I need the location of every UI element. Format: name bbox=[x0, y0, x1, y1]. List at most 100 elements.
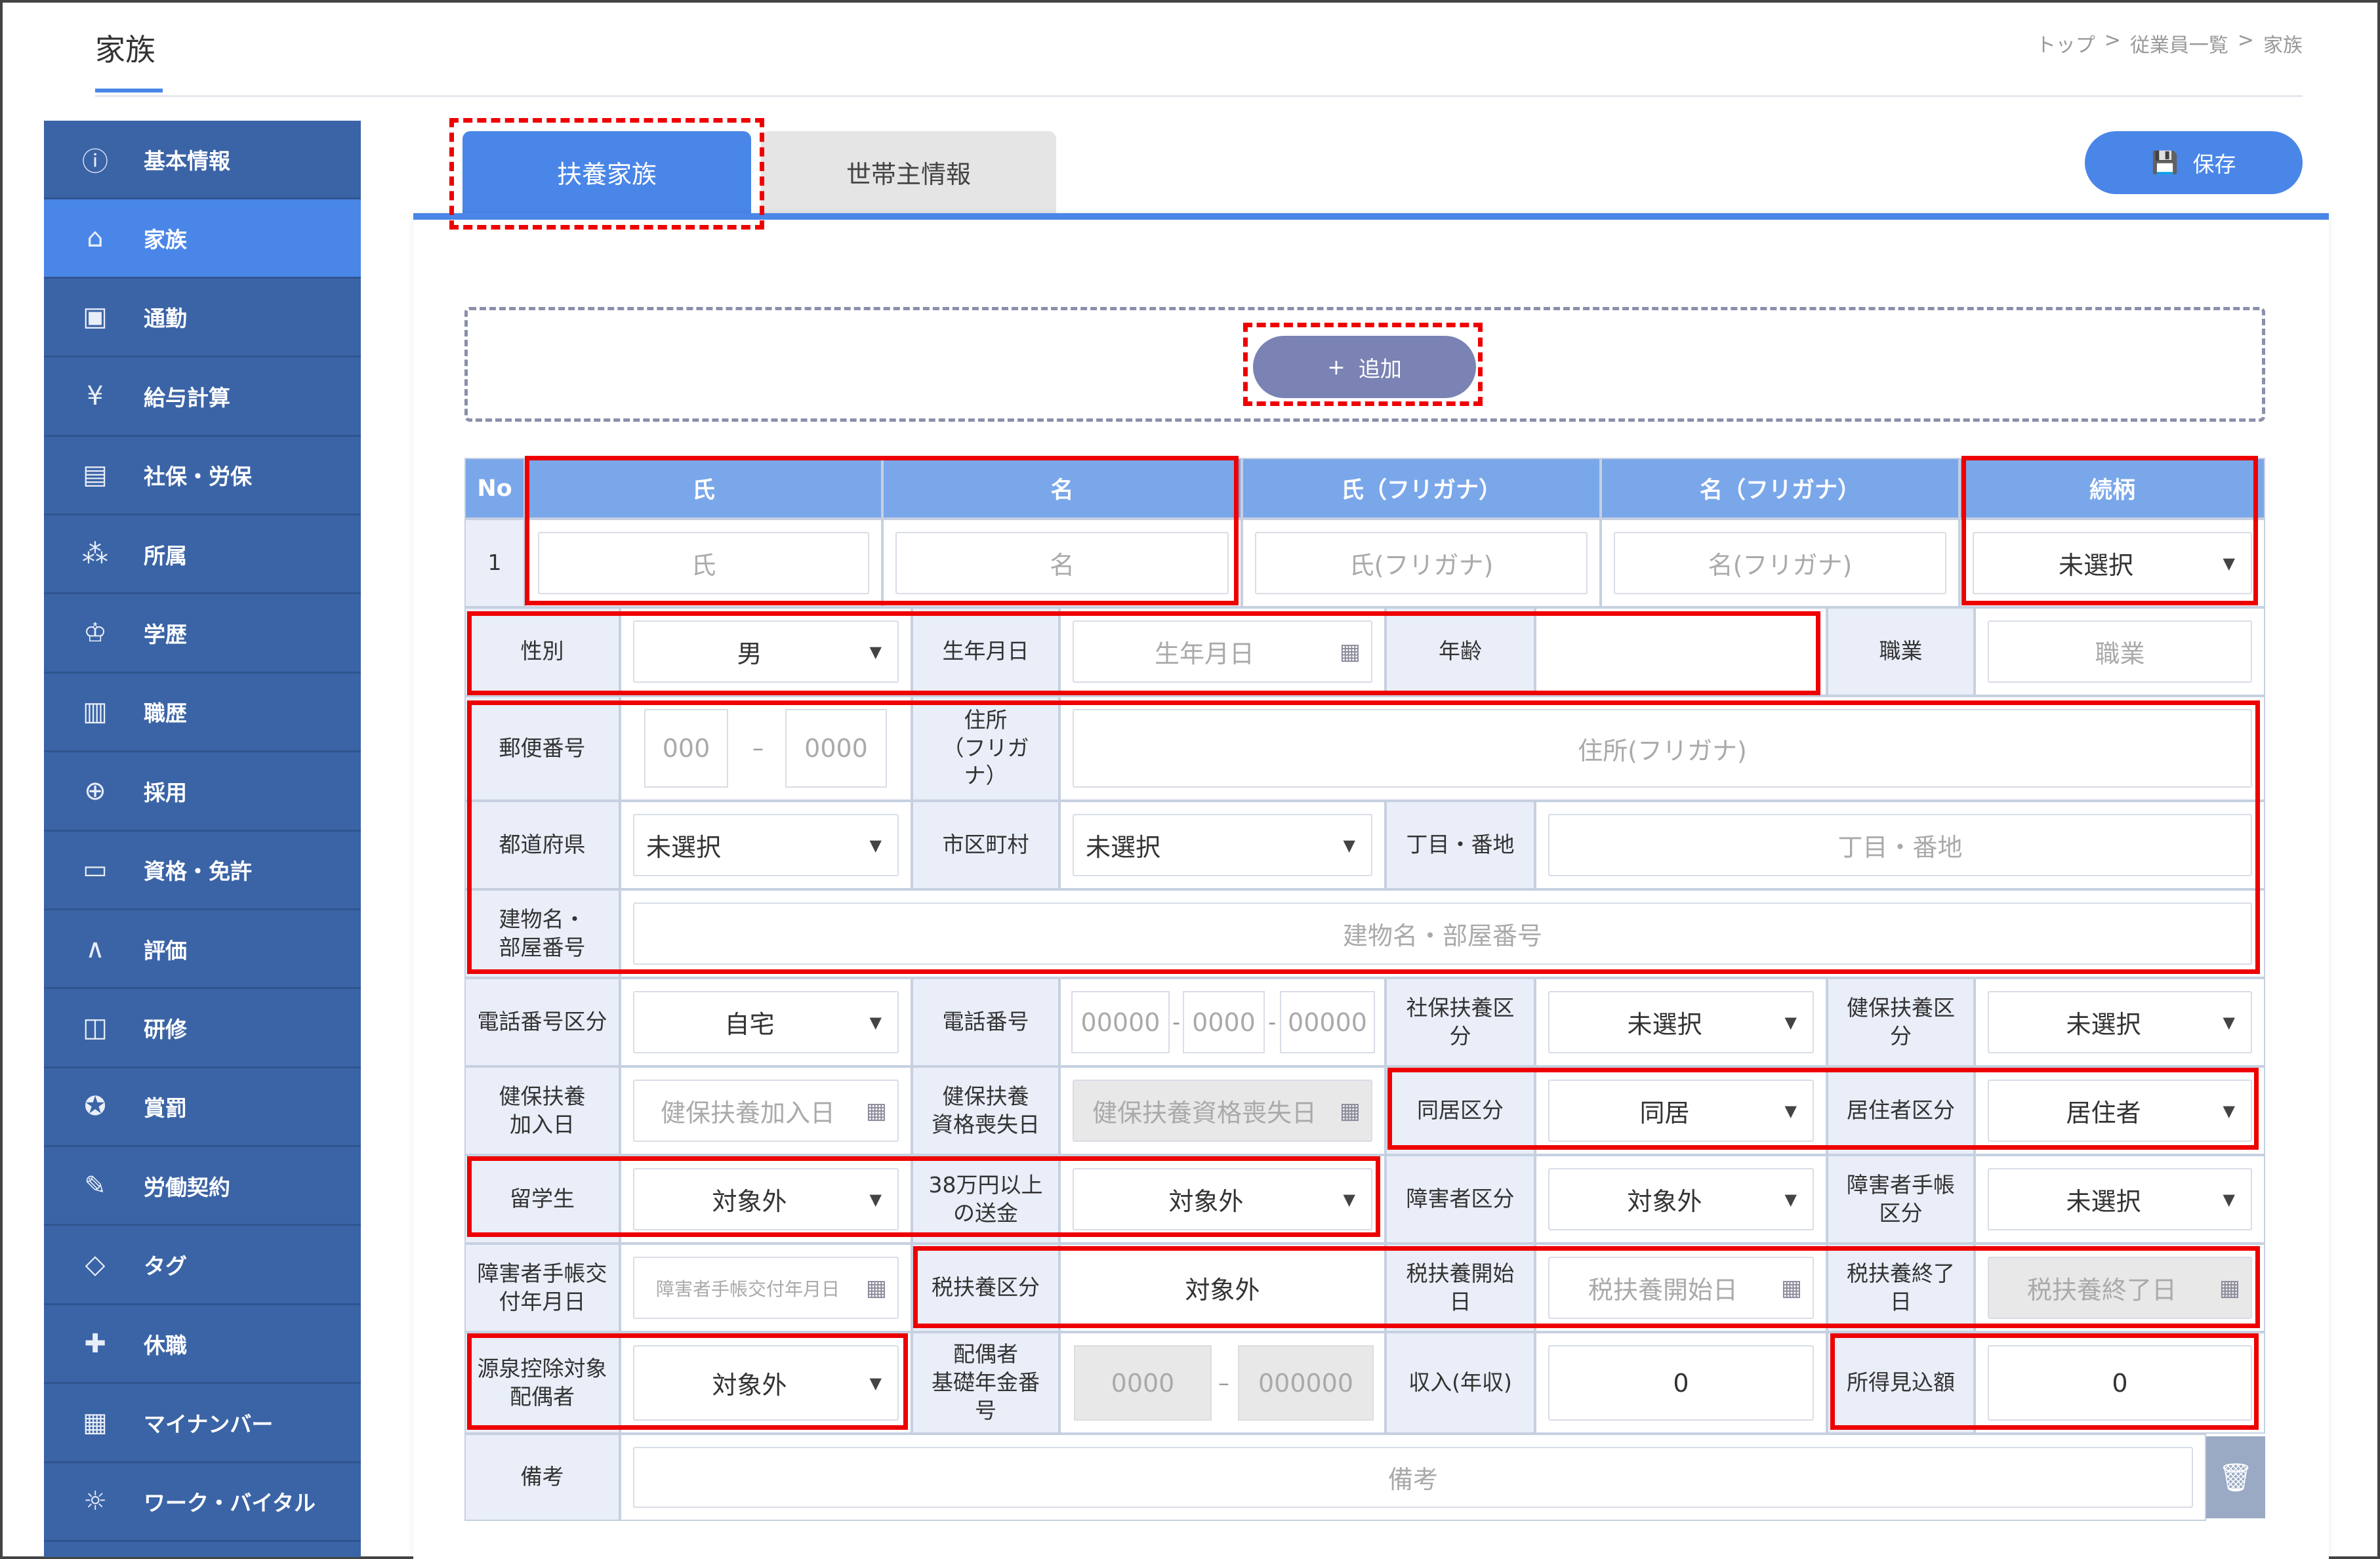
sidebar-item-license[interactable]: ▭ 資格・免許 bbox=[44, 832, 361, 910]
tab-householder[interactable]: 世帯主情報 bbox=[761, 131, 1056, 213]
sidebar-item-contract[interactable]: ✎ 労働契約 bbox=[44, 1147, 361, 1226]
phone-cell: 00000 - 0000 - 00000 bbox=[1059, 978, 1385, 1066]
kenpo-join-label: 健保扶養 加入日 bbox=[464, 1066, 620, 1155]
disability-select[interactable]: 対象外 bbox=[1548, 1168, 1814, 1230]
col-header-no: No bbox=[464, 458, 525, 519]
org-icon: ⁂ bbox=[82, 538, 108, 569]
sidebar-item-label: マイナンバー bbox=[144, 1411, 274, 1437]
disability-cell: 対象外 bbox=[1535, 1155, 1827, 1244]
training-icon: ◫ bbox=[83, 1012, 108, 1043]
sidebar-item-label: 家族 bbox=[144, 227, 187, 253]
sidebar-item-label: 賞罰 bbox=[144, 1095, 187, 1122]
title-underline bbox=[95, 89, 163, 92]
job-cell: 職業 bbox=[1975, 607, 2265, 696]
highlight-income-est bbox=[1830, 1333, 2259, 1430]
contract-icon: ✎ bbox=[84, 1170, 106, 1201]
phone-dash: - bbox=[1172, 1009, 1181, 1036]
sidebar-item-label: ワーク・バイタル bbox=[144, 1490, 316, 1516]
phone-type-cell: 自宅 bbox=[620, 978, 912, 1066]
sidebar-item-label: 採用 bbox=[144, 779, 187, 805]
phone-first-input[interactable]: 00000 bbox=[1071, 991, 1170, 1053]
shaho-select[interactable]: 未選択 bbox=[1548, 991, 1814, 1053]
pension-dash: – bbox=[1218, 1369, 1229, 1396]
kenpo-join-cell: 健保扶養加入日 ▦ bbox=[620, 1066, 912, 1155]
sidebar-item-payroll[interactable]: ¥ 給与計算 bbox=[44, 357, 361, 437]
phone-type-label: 電話番号区分 bbox=[464, 978, 620, 1066]
sidebar-item-label: タグ bbox=[144, 1253, 187, 1280]
sidebar-item-label: 職歴 bbox=[144, 700, 187, 727]
recruit-icon: ⊕ bbox=[84, 775, 106, 806]
phone-type-select[interactable]: 自宅 bbox=[633, 991, 899, 1053]
note-label: 備考 bbox=[464, 1434, 620, 1521]
kenpo-loss-cell: 健保扶養資格喪失日 ▦ bbox=[1059, 1066, 1385, 1155]
sei-kana-input[interactable]: 氏(フリガナ) bbox=[1255, 532, 1588, 594]
sidebar-item-commute[interactable]: ▣ 通勤 bbox=[44, 279, 361, 358]
disability-date-input[interactable]: 障害者手帳交付年月日 ▦ bbox=[633, 1257, 899, 1319]
yen-icon: ¥ bbox=[87, 380, 104, 411]
breadcrumb-employees[interactable]: 従業員一覧 bbox=[2130, 29, 2228, 58]
sidebar-item-tag[interactable]: ◇ タグ bbox=[44, 1226, 361, 1305]
calendar-icon: ▦ bbox=[1339, 1097, 1361, 1124]
tag-icon: ◇ bbox=[85, 1249, 106, 1280]
row-number: 1 bbox=[464, 519, 525, 607]
breadcrumb-top[interactable]: トップ bbox=[2036, 29, 2095, 58]
sidebar-item-evaluation[interactable]: ∧ 評価 bbox=[44, 910, 361, 990]
phone-third-input[interactable]: 00000 bbox=[1280, 991, 1375, 1053]
sidebar-item-label: 基本情報 bbox=[144, 148, 230, 174]
info-icon: ⓘ bbox=[82, 146, 108, 177]
phone-second-input[interactable]: 0000 bbox=[1183, 991, 1265, 1053]
highlight-cohabit-resident bbox=[1387, 1068, 2259, 1150]
sidebar-item-recruit[interactable]: ⊕ 採用 bbox=[44, 752, 361, 832]
graduation-icon: ♔ bbox=[83, 618, 107, 649]
sidebar-item-vital[interactable]: ☼ ワーク・バイタル bbox=[44, 1463, 361, 1543]
shaho-label: 社保扶養区 分 bbox=[1385, 978, 1535, 1066]
sidebar-item-department[interactable]: ⁂ 所属 bbox=[44, 516, 361, 595]
note-input[interactable]: 備考 bbox=[633, 1447, 2193, 1508]
sidebar-item-label: 休職 bbox=[144, 1332, 187, 1358]
kenpo-join-input[interactable]: 健保扶養加入日 ▦ bbox=[633, 1080, 899, 1142]
pension-label: 配偶者 基礎年金番 号 bbox=[912, 1332, 1059, 1434]
income-input[interactable]: 0 bbox=[1548, 1345, 1814, 1421]
job-input[interactable]: 職業 bbox=[1988, 620, 2252, 683]
mei-kana-input[interactable]: 名(フリガナ) bbox=[1614, 532, 1946, 594]
col-header-mei-kana: 名（フリガナ） bbox=[1601, 458, 1959, 519]
highlight-student-remit bbox=[467, 1156, 1380, 1237]
breadcrumb-sep: > bbox=[2104, 29, 2121, 52]
kenpo-loss-placeholder: 健保扶養資格喪失日 bbox=[1092, 1099, 1317, 1127]
calendar-icon: ▦ bbox=[865, 1097, 887, 1124]
kenpo-loss-input: 健保扶養資格喪失日 ▦ bbox=[1073, 1080, 1372, 1142]
sidebar-item-label: 労働契約 bbox=[144, 1174, 230, 1200]
sidebar-item-basic[interactable]: ⓘ 基本情報 bbox=[44, 121, 361, 200]
phone-dash: - bbox=[1268, 1009, 1277, 1036]
sidebar-item-label: 所属 bbox=[144, 542, 187, 569]
sidebar-item-training[interactable]: ◫ 研修 bbox=[44, 989, 361, 1068]
delete-button[interactable]: 🗑 bbox=[2206, 1436, 2265, 1518]
pension-cell: 0000 – 000000 bbox=[1059, 1332, 1385, 1434]
col-header-sei-kana: 氏（フリガナ） bbox=[1242, 458, 1601, 519]
highlight-tab bbox=[449, 118, 764, 230]
shaho-cell: 未選択 bbox=[1535, 978, 1827, 1066]
sidebar-item-career[interactable]: ▥ 職歴 bbox=[44, 674, 361, 753]
income-cell: 0 bbox=[1535, 1332, 1827, 1434]
sidebar-item-leave[interactable]: ✚ 休職 bbox=[44, 1305, 361, 1385]
mei-kana-cell: 名(フリガナ) bbox=[1601, 519, 1959, 607]
disability-book-select[interactable]: 未選択 bbox=[1988, 1168, 2252, 1230]
highlight-withholding bbox=[467, 1333, 908, 1430]
sidebar-item-label: 通勤 bbox=[144, 306, 187, 332]
job-label: 職業 bbox=[1827, 607, 1975, 696]
license-icon: ▭ bbox=[83, 855, 108, 885]
kenpo-cell: 未選択 bbox=[1975, 978, 2265, 1066]
disability-date-cell: 障害者手帳交付年月日 ▦ bbox=[620, 1244, 912, 1332]
kenpo-select[interactable]: 未選択 bbox=[1988, 991, 2252, 1053]
sidebar-item-family[interactable]: ⌂ 家族 bbox=[44, 199, 361, 279]
evaluation-icon: ∧ bbox=[85, 933, 105, 964]
trash-icon: 🗑 bbox=[2218, 1461, 2253, 1493]
sidebar-item-mynumber[interactable]: ▦ マイナンバー bbox=[44, 1384, 361, 1463]
save-button[interactable]: 💾 保存 bbox=[2085, 131, 2303, 194]
sidebar-item-education[interactable]: ♔ 学歴 bbox=[44, 594, 361, 674]
sidebar-item-label: 給与計算 bbox=[144, 384, 230, 411]
sidebar-item-award[interactable]: ✪ 賞罰 bbox=[44, 1068, 361, 1148]
disability-book-label: 障害者手帳 区分 bbox=[1827, 1155, 1975, 1244]
sidebar-item-label: 資格・免許 bbox=[144, 859, 252, 885]
sidebar-item-insurance[interactable]: ▤ 社保・労保 bbox=[44, 437, 361, 516]
